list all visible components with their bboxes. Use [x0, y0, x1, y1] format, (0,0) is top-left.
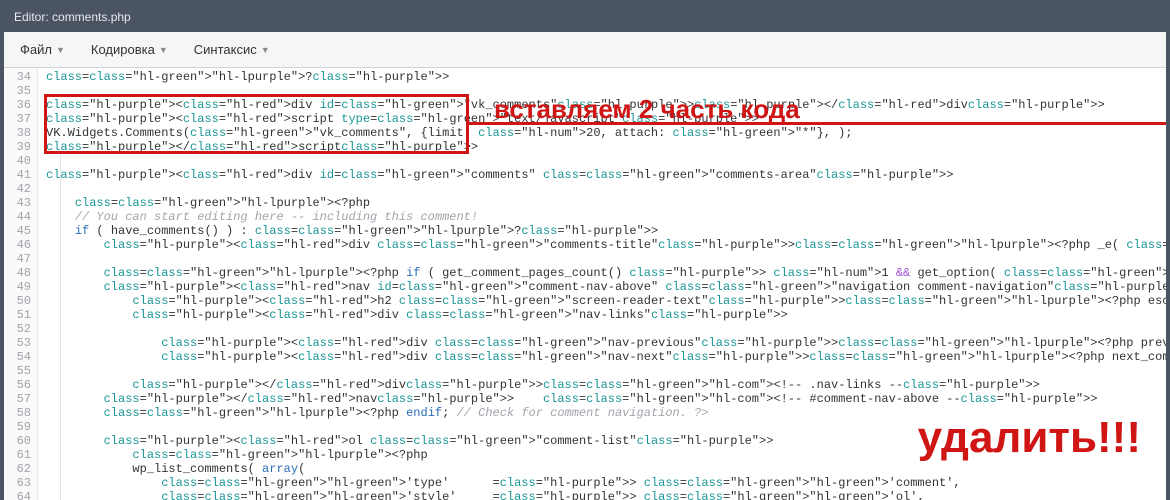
line-number-gutter: 3435363738394041424344454647484950515253…	[4, 68, 38, 500]
line-number: 58	[4, 406, 31, 420]
line-number: 59	[4, 420, 31, 434]
code-line[interactable]: class="hl-purple"><class="hl-red">div cl…	[38, 308, 1166, 322]
chevron-down-icon: ▼	[261, 45, 270, 55]
line-number: 64	[4, 490, 31, 500]
code-line[interactable]: class="hl-purple"></class="hl-red">scrip…	[38, 140, 1166, 154]
code-line[interactable]: class="hl-purple"><class="hl-red">div cl…	[38, 336, 1166, 350]
annotation-insert-text: вставляем 2 часть кода	[494, 94, 800, 125]
menu-file[interactable]: Файл ▼	[12, 38, 73, 61]
code-line[interactable]	[38, 322, 1166, 336]
line-number: 50	[4, 294, 31, 308]
line-number: 35	[4, 84, 31, 98]
line-number: 42	[4, 182, 31, 196]
line-number: 60	[4, 434, 31, 448]
code-line[interactable]: class=class="hl-green">"hl-green">'type'…	[38, 476, 1166, 490]
line-number: 48	[4, 266, 31, 280]
code-line[interactable]	[38, 154, 1166, 168]
chevron-down-icon: ▼	[56, 45, 65, 55]
code-line[interactable]: // You can start editing here -- includi…	[38, 210, 1166, 224]
menu-syntax-label: Синтаксис	[194, 42, 257, 57]
code-line[interactable]: class=class="hl-green">"hl-lpurple"><?ph…	[38, 196, 1166, 210]
line-number: 53	[4, 336, 31, 350]
code-line[interactable]	[38, 252, 1166, 266]
menu-encoding-label: Кодировка	[91, 42, 155, 57]
window-title: Editor: comments.php	[4, 4, 1166, 32]
menubar: Файл ▼ Кодировка ▼ Синтаксис ▼	[4, 32, 1166, 68]
code-line[interactable]	[38, 364, 1166, 378]
code-line[interactable]: VK.Widgets.Comments(class="hl-green">"vk…	[38, 126, 1166, 140]
chevron-down-icon: ▼	[159, 45, 168, 55]
line-number: 45	[4, 224, 31, 238]
code-editor[interactable]: 3435363738394041424344454647484950515253…	[4, 68, 1166, 500]
annotation-delete-text: удалить!!!	[918, 413, 1141, 463]
line-number: 40	[4, 154, 31, 168]
line-number: 49	[4, 280, 31, 294]
line-number: 54	[4, 350, 31, 364]
line-number: 46	[4, 238, 31, 252]
menu-encoding[interactable]: Кодировка ▼	[83, 38, 176, 61]
code-line[interactable]: class="hl-purple"><class="hl-red">div id…	[38, 168, 1166, 182]
code-line[interactable]	[38, 182, 1166, 196]
line-number: 47	[4, 252, 31, 266]
line-number: 61	[4, 448, 31, 462]
line-number: 37	[4, 112, 31, 126]
code-line[interactable]: class=class="hl-green">"hl-green">'style…	[38, 490, 1166, 500]
line-number: 34	[4, 70, 31, 84]
line-number: 52	[4, 322, 31, 336]
line-number: 36	[4, 98, 31, 112]
line-number: 38	[4, 126, 31, 140]
code-line[interactable]: class="hl-purple"></class="hl-red">navcl…	[38, 392, 1166, 406]
line-number: 55	[4, 364, 31, 378]
line-number: 63	[4, 476, 31, 490]
line-number: 39	[4, 140, 31, 154]
code-line[interactable]: class="hl-purple"><class="hl-red">h2 cla…	[38, 294, 1166, 308]
code-line[interactable]: class="hl-purple"><class="hl-red">nav id…	[38, 280, 1166, 294]
code-line[interactable]: wp_list_comments( array(	[38, 462, 1166, 476]
menu-syntax[interactable]: Синтаксис ▼	[186, 38, 278, 61]
line-number: 62	[4, 462, 31, 476]
line-number: 44	[4, 210, 31, 224]
line-number: 51	[4, 308, 31, 322]
code-line[interactable]: class="hl-purple"><class="hl-red">div cl…	[38, 238, 1166, 252]
code-line[interactable]: class="hl-purple"></class="hl-red">divcl…	[38, 378, 1166, 392]
code-line[interactable]: class=class="hl-green">"hl-lpurple"><?ph…	[38, 266, 1166, 280]
line-number: 41	[4, 168, 31, 182]
code-line[interactable]: class="hl-purple"><class="hl-red">div cl…	[38, 350, 1166, 364]
line-number: 56	[4, 378, 31, 392]
line-number: 57	[4, 392, 31, 406]
code-line[interactable]: if ( have_comments() ) : class=class="hl…	[38, 224, 1166, 238]
line-number: 43	[4, 196, 31, 210]
code-line[interactable]: class=class="hl-green">"hl-lpurple">?cla…	[38, 70, 1166, 84]
menu-file-label: Файл	[20, 42, 52, 57]
